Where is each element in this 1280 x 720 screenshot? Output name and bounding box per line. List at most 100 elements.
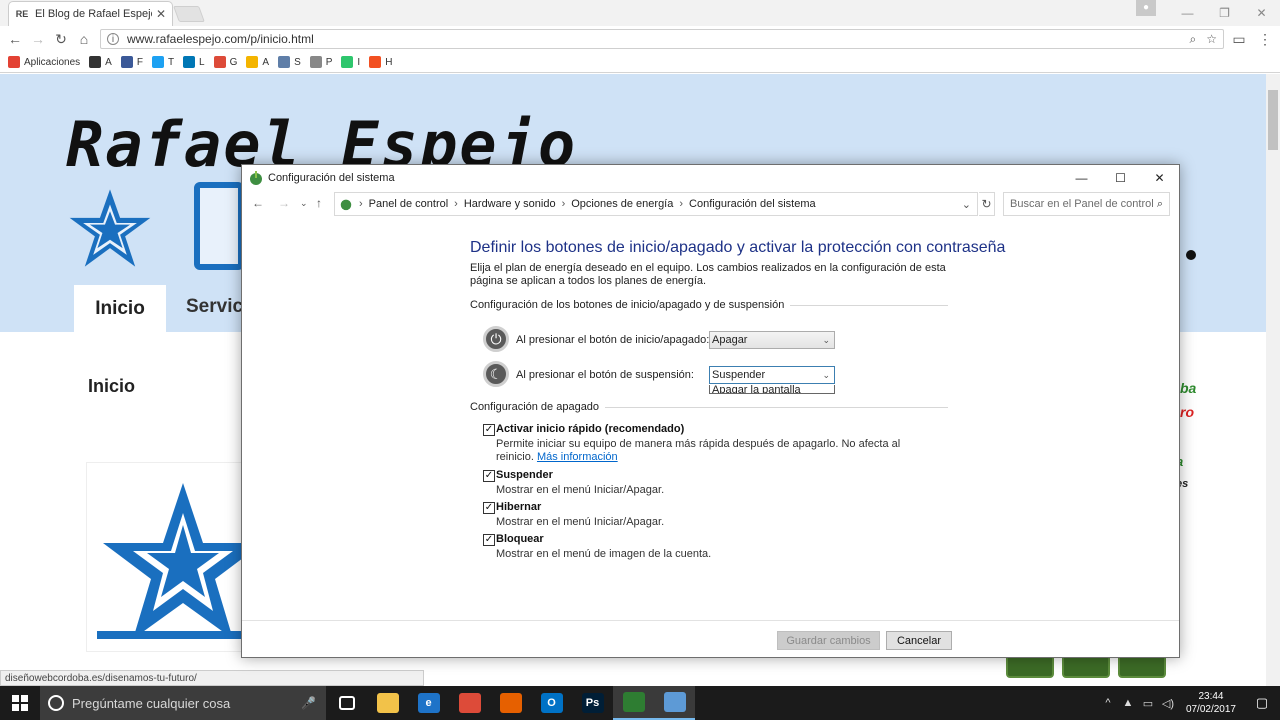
hibernate-checkbox[interactable]: ✓ — [483, 502, 495, 514]
control-panel-search[interactable]: Buscar en el Panel de control ⌕ — [1003, 192, 1170, 216]
nav-servicios[interactable]: Servic — [186, 296, 243, 318]
home-icon[interactable]: ⌂ — [75, 30, 93, 48]
bookmark-label: S — [294, 56, 301, 68]
bookmark-item[interactable]: S — [278, 56, 301, 68]
bookmark-label: A — [105, 56, 112, 68]
window-titlebar[interactable]: Configuración del sistema — [242, 165, 1179, 190]
breadcrumb-item[interactable]: Panel de control — [369, 198, 449, 210]
taskbar-app[interactable]: e — [408, 686, 449, 720]
explorer-address-row: ← → ⌄ ↑ › Panel de control › Hardware y … — [242, 192, 1179, 216]
back-icon[interactable]: ← — [6, 30, 24, 48]
bookmark-item[interactable]: A — [89, 56, 112, 68]
analytics-icon — [246, 56, 259, 68]
taskbar-app[interactable] — [613, 686, 654, 720]
bookmark-item[interactable]: T — [151, 56, 174, 68]
sleep-button-select[interactable]: Suspender ⌄ — [709, 366, 835, 384]
search-icon[interactable]: ⌕ — [1157, 198, 1163, 211]
taskbar-app[interactable] — [367, 686, 408, 720]
chevron-down-icon[interactable]: ⌄ — [962, 198, 971, 211]
divider — [605, 406, 948, 408]
refresh-icon[interactable]: ↻ — [979, 192, 995, 216]
bookmark-label: Aplicaciones — [24, 56, 81, 68]
up-icon[interactable]: ↑ — [316, 196, 322, 210]
info-icon[interactable]: i — [107, 33, 119, 45]
taskbar-app[interactable] — [490, 686, 531, 720]
scrollbar-thumb[interactable] — [1268, 90, 1278, 150]
featured-image[interactable] — [86, 462, 263, 652]
photoshop-icon: Ps — [581, 693, 604, 713]
control-panel-icon — [663, 692, 686, 712]
taskbar-app[interactable]: Ps — [572, 686, 613, 720]
recent-locations-icon[interactable]: ⌄ — [300, 198, 308, 209]
bookmark-item[interactable]: F — [120, 56, 143, 68]
outlook-icon: O — [540, 693, 563, 713]
page-icon — [309, 56, 322, 68]
taskbar-app[interactable] — [449, 686, 490, 720]
bookmark-star-icon[interactable]: ☆ — [1206, 32, 1217, 46]
breadcrumb-item[interactable]: Hardware y sonido — [464, 198, 556, 210]
page-scrollbar[interactable] — [1266, 74, 1280, 686]
close-icon[interactable]: ✕ — [1243, 6, 1280, 20]
address-bar[interactable]: i www.rafaelespejo.com/p/inicio.html ⌕ ☆ — [100, 29, 1224, 49]
microphone-icon[interactable]: 🎤 — [301, 696, 316, 710]
breadcrumb[interactable]: › Panel de control › Hardware y sonido ›… — [334, 192, 978, 216]
volume-icon[interactable]: ◁) — [1158, 697, 1178, 710]
maximize-icon[interactable]: ☐ — [1101, 165, 1140, 190]
power-button-select[interactable]: Apagar ⌄ — [709, 331, 835, 349]
cortana-search-box[interactable]: Pregúntame cualquier cosa 🎤 — [40, 686, 326, 720]
back-icon[interactable]: ← — [252, 196, 264, 210]
windows-taskbar: Pregúntame cualquier cosa 🎤 e O Ps ^ ▲ ▭ ◁… — [0, 686, 1280, 720]
more-info-link[interactable]: Más información — [537, 451, 618, 463]
clock[interactable]: 23:44 07/02/2017 — [1178, 690, 1244, 716]
taskbar-app[interactable] — [326, 686, 367, 720]
bookmark-item[interactable]: A — [246, 56, 269, 68]
window-title: Configuración del sistema — [268, 171, 395, 184]
forward-icon[interactable]: → — [29, 30, 47, 48]
system-settings-window: Configuración del sistema — ☐ ✕ ← → ⌄ ↑ … — [241, 164, 1180, 658]
chrome-menu-icon[interactable]: ⋮ — [1256, 30, 1274, 48]
option-description: Permite iniciar su equipo de manera más … — [496, 438, 936, 464]
breadcrumb-item[interactable]: Configuración del sistema — [689, 198, 816, 210]
close-tab-icon[interactable]: ✕ — [156, 7, 166, 21]
network-icon[interactable]: ▭ — [1138, 697, 1158, 710]
breadcrumb-item[interactable]: Opciones de energía — [571, 198, 673, 210]
bookmark-item[interactable]: P — [309, 56, 332, 68]
zoom-icon[interactable]: ⌕ — [1190, 32, 1197, 47]
chevron-right-icon: › — [454, 198, 458, 210]
bookmark-item[interactable]: H — [369, 56, 392, 68]
option-label: Bloquear — [496, 533, 544, 545]
bookmark-item[interactable]: L — [183, 56, 205, 68]
save-changes-button[interactable]: Guardar cambios — [777, 631, 880, 650]
lock-checkbox[interactable]: ✓ — [483, 534, 495, 546]
cancel-button[interactable]: Cancelar — [886, 631, 952, 650]
start-button[interactable] — [0, 686, 40, 720]
close-icon[interactable]: ✕ — [1140, 165, 1179, 190]
bookmark-item[interactable]: G — [213, 56, 237, 68]
fast-startup-checkbox[interactable]: ✓ — [483, 424, 495, 436]
chevron-up-icon[interactable]: ^ — [1098, 697, 1118, 709]
taskbar-app[interactable] — [654, 686, 695, 720]
user-profile-icon[interactable]: ● — [1136, 0, 1156, 16]
google-drive-icon[interactable]: ▲ — [1118, 697, 1138, 709]
bookmark-item[interactable]: Aplicaciones — [8, 56, 80, 68]
system-tray: ^ ▲ ▭ ◁) 23:44 07/02/2017 ▢ — [1098, 686, 1280, 720]
minimize-icon[interactable]: — — [1169, 6, 1206, 20]
nav-inicio[interactable]: Inicio — [74, 285, 166, 332]
maximize-icon[interactable]: ❐ — [1206, 6, 1243, 20]
suspend-checkbox[interactable]: ✓ — [483, 470, 495, 482]
browser-tab[interactable]: RE El Blog de Rafael Espejo ✕ — [8, 1, 173, 26]
linkedin-icon — [183, 56, 196, 68]
chevron-right-icon: › — [359, 198, 363, 210]
taskbar-app[interactable]: O — [531, 686, 572, 720]
minimize-icon[interactable]: — — [1062, 165, 1101, 190]
site-favicon-icon: RE — [15, 9, 29, 19]
forward-icon[interactable]: → — [278, 196, 290, 210]
cast-icon[interactable]: ▭ — [1230, 30, 1248, 48]
reload-icon[interactable]: ↻ — [52, 30, 70, 48]
bookmark-item[interactable]: I — [341, 56, 360, 68]
dropdown-option-apagar-pantalla[interactable]: Apagar la pantalla — [709, 385, 835, 394]
sleep-button-label: Al presionar el botón de suspensión: — [516, 369, 694, 381]
control-panel-icon — [340, 199, 352, 211]
new-tab-button[interactable] — [173, 6, 205, 22]
action-center-icon[interactable]: ▢ — [1244, 695, 1280, 711]
